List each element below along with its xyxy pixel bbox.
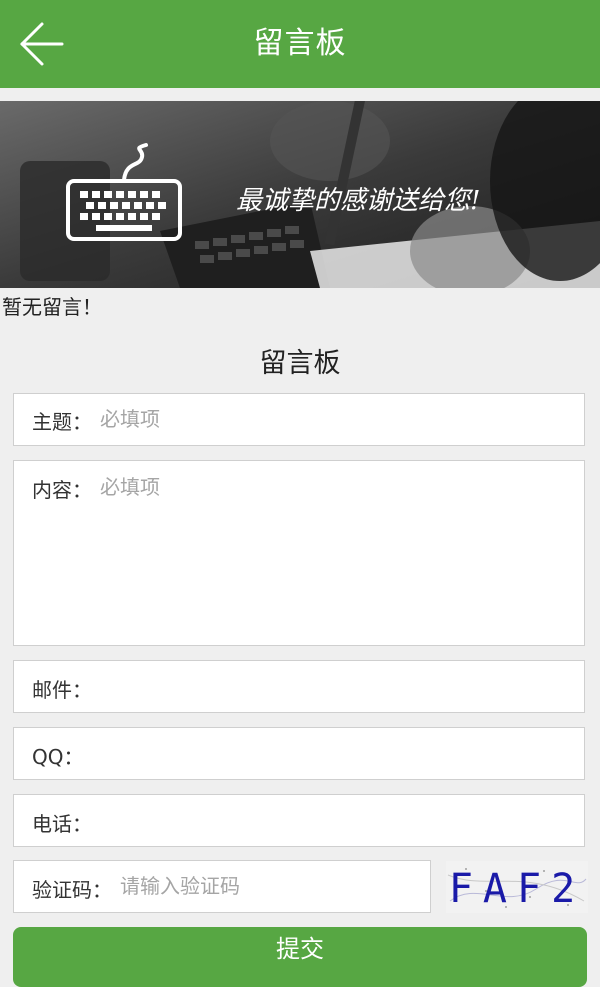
content-textarea[interactable] <box>100 471 570 631</box>
content-label: 内容： <box>32 478 92 502</box>
banner-image: 最诚挚的感谢送给您! <box>0 101 600 288</box>
banner-slogan: 最诚挚的感谢送给您! <box>236 186 480 216</box>
email-field[interactable]: 邮件： <box>13 660 585 713</box>
empty-message: 暂无留言！ <box>2 295 102 319</box>
captcha-image[interactable]: FAF2 <box>446 861 588 913</box>
phone-label: 电话： <box>32 812 92 836</box>
submit-button[interactable]: 提交 <box>13 927 587 987</box>
phone-field[interactable]: 电话： <box>13 794 585 847</box>
email-label: 邮件： <box>32 678 92 702</box>
qq-label: QQ： <box>32 745 84 769</box>
email-input[interactable] <box>100 672 570 702</box>
content-field[interactable]: 内容： <box>13 460 585 646</box>
subject-input[interactable] <box>100 404 570 434</box>
phone-input[interactable] <box>100 806 570 836</box>
qq-field[interactable]: QQ： <box>13 727 585 780</box>
captcha-input[interactable] <box>120 871 420 901</box>
captcha-code: FAF2 <box>449 866 585 912</box>
subject-field[interactable]: 主题： <box>13 393 585 446</box>
captcha-field[interactable]: 验证码： <box>13 860 431 913</box>
qq-input[interactable] <box>100 739 570 769</box>
app-header: 留言板 <box>0 0 600 88</box>
captcha-label: 验证码： <box>32 878 112 902</box>
form-title: 留言板 <box>259 348 341 379</box>
subject-label: 主题： <box>32 410 92 434</box>
page-title: 留言板 <box>253 26 347 61</box>
